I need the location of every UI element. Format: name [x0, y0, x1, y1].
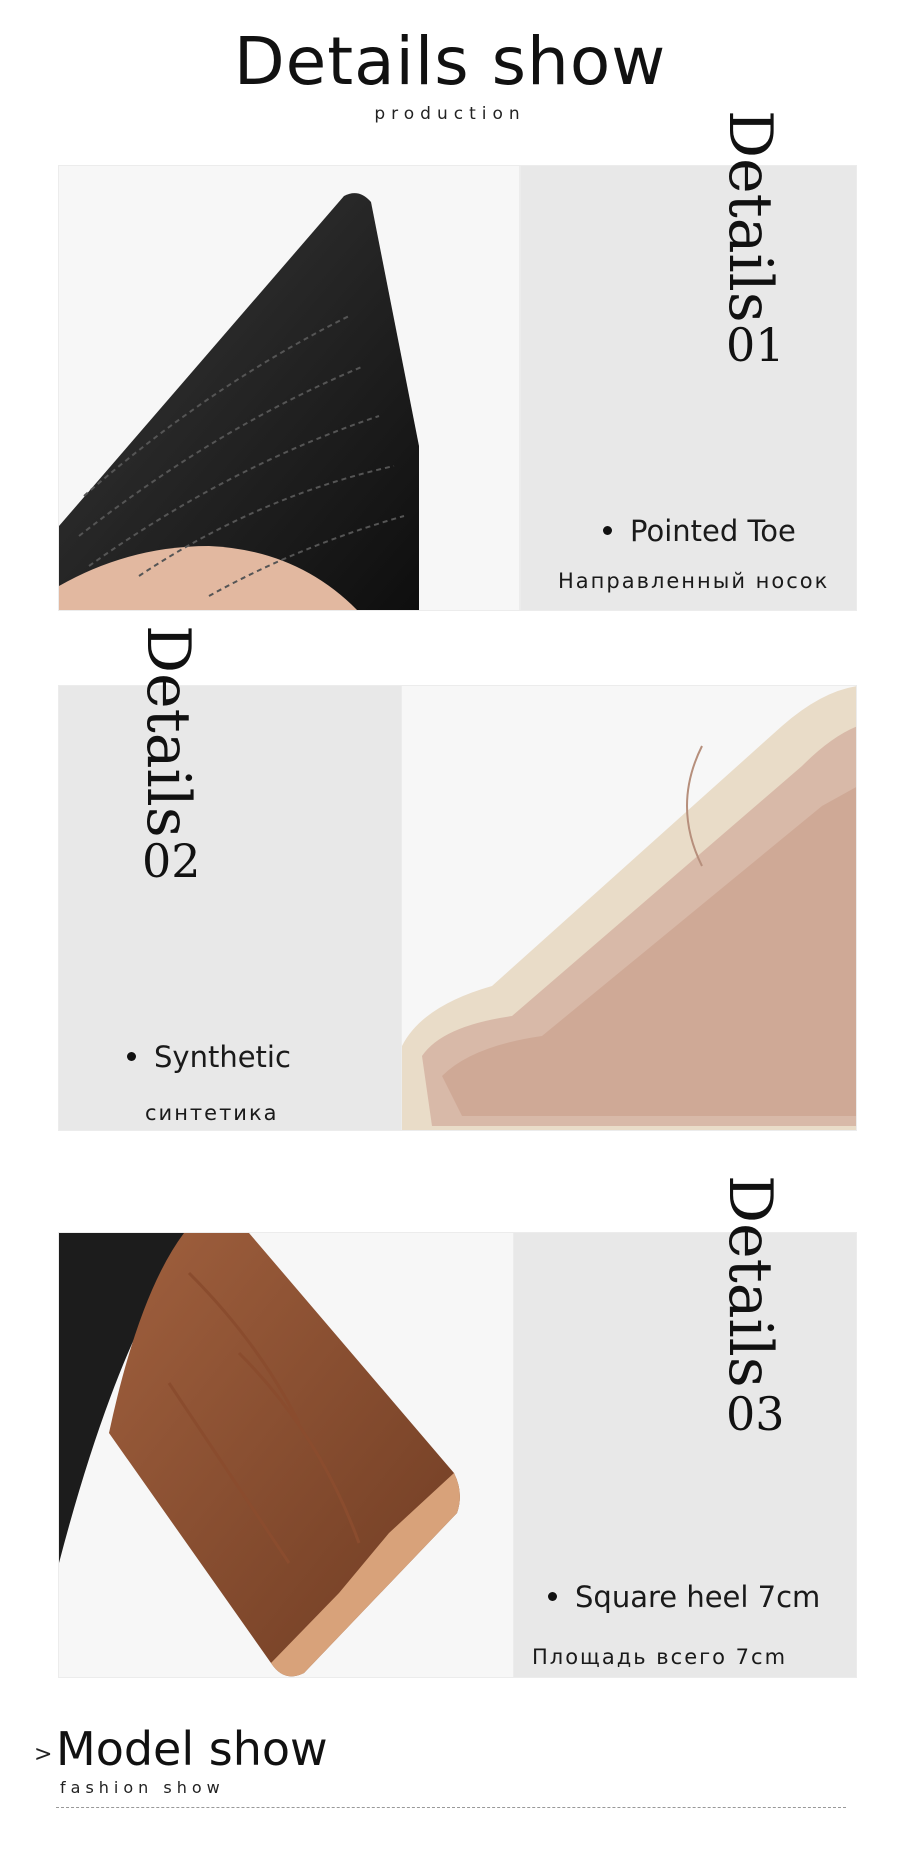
- bullet-icon: [603, 525, 612, 535]
- page-title: Details show: [233, 23, 667, 100]
- feature-text: Pointed Toe: [630, 514, 796, 548]
- detail-02-label: Details: [133, 625, 203, 838]
- detail-01-number: 01: [726, 318, 785, 372]
- detail-03-label: Details: [715, 1175, 785, 1388]
- detail-01-photo: [58, 165, 520, 611]
- bullet-icon: [127, 1051, 136, 1061]
- divider: [56, 1807, 846, 1808]
- detail-03-photo: [58, 1232, 515, 1678]
- detail-01-label: Details: [715, 110, 785, 323]
- synthetic-lining-image: [402, 686, 856, 1130]
- model-show-title: Model show: [56, 1722, 328, 1776]
- chevron-right-icon: >: [34, 1742, 53, 1767]
- detail-02-feature: Synthetic: [127, 1040, 291, 1074]
- square-heel-image: [59, 1233, 460, 1677]
- detail-02-feature-ru: синтетика: [145, 1101, 279, 1125]
- detail-02-photo: [401, 685, 857, 1131]
- feature-text: Synthetic: [154, 1040, 291, 1074]
- detail-03-feature: Square heel 7cm: [548, 1580, 820, 1614]
- detail-03-number: 03: [726, 1387, 785, 1441]
- detail-01-feature-ru: Направленный носок: [558, 569, 830, 593]
- feature-text: Square heel 7cm: [575, 1580, 821, 1614]
- detail-01-feature: Pointed Toe: [603, 514, 796, 548]
- bullet-icon: [548, 1591, 557, 1601]
- model-show-subtitle: fashion show: [60, 1778, 225, 1797]
- detail-03-feature-ru: Площадь всего 7cm: [532, 1645, 788, 1669]
- pointed-toe-shoe-image: [59, 193, 419, 610]
- detail-02-number: 02: [142, 834, 201, 888]
